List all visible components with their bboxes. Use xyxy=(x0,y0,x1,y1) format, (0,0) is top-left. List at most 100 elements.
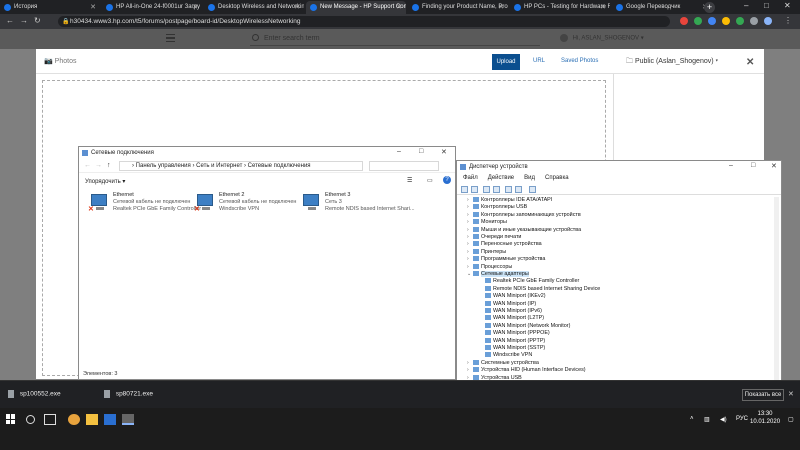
close-tab-icon[interactable]: ✕ xyxy=(192,3,198,11)
saved-photos-tab[interactable]: Saved Photos xyxy=(561,58,598,64)
device-manager-titlebar[interactable]: Диспетчер устройств – □ ✕ xyxy=(457,161,781,173)
reload-icon[interactable]: ↻ xyxy=(34,16,41,25)
close-tab-icon[interactable]: ✕ xyxy=(600,3,606,11)
back-icon[interactable] xyxy=(461,186,468,193)
extension-icon[interactable] xyxy=(694,17,702,25)
browser-tab[interactable]: New Message - HP Support Com ✕ xyxy=(306,1,406,14)
properties-icon[interactable] xyxy=(483,186,490,193)
download-item[interactable]: sp80721.exe xyxy=(104,390,153,398)
store-icon[interactable] xyxy=(104,414,116,425)
menu-item[interactable]: Файл xyxy=(463,175,478,181)
menu-item[interactable]: Действие xyxy=(488,175,514,181)
browser-tab[interactable]: HP All-in-One 24-f0001ur Загру ✕ xyxy=(102,1,202,14)
device-icon xyxy=(473,211,479,217)
file-icon xyxy=(8,390,14,398)
scan-hardware-icon[interactable] xyxy=(515,186,522,193)
close-tab-icon[interactable]: ✕ xyxy=(396,3,402,11)
url-tab[interactable]: URL xyxy=(533,58,545,64)
close-tab-icon[interactable]: ✕ xyxy=(90,3,96,11)
notifications-icon[interactable]: ▢ xyxy=(788,416,794,423)
network-icon[interactable]: ▥ xyxy=(704,416,710,423)
network-adapter-item[interactable]: ✕ Ethernet Сетевой кабель не подключен Real… xyxy=(85,192,201,216)
close-button[interactable]: ✕ xyxy=(771,162,777,170)
close-tab-icon[interactable]: ✕ xyxy=(498,3,504,11)
extension-icon[interactable] xyxy=(722,17,730,25)
adapter-status: Сетевой кабель не подключен xyxy=(219,199,297,205)
browser-tab[interactable]: Finding your Product Name, Pro ✕ xyxy=(408,1,508,14)
help-icon[interactable] xyxy=(505,186,512,193)
device-manager-title: Диспетчер устройств xyxy=(469,164,528,170)
status-bar: Элементов: 3 xyxy=(83,371,118,377)
clock[interactable]: 13:30 10.01.2020 xyxy=(750,410,780,426)
extension-icon[interactable] xyxy=(680,17,688,25)
close-tab-icon[interactable]: ✕ xyxy=(294,3,300,11)
user-menu[interactable]: Hi, ASLAN_SHOGENOV ▾ xyxy=(560,34,644,42)
menu-kebab-icon[interactable]: ⋮ xyxy=(784,16,792,25)
browser-tab[interactable]: Desktop Wireless and Networkin ✕ xyxy=(204,1,304,14)
search-icon[interactable] xyxy=(26,415,35,424)
browser-tab[interactable]: История ✕ xyxy=(0,1,100,14)
device-icon xyxy=(473,359,479,365)
menu-item[interactable]: Вид xyxy=(524,175,535,181)
minimize-button[interactable]: – xyxy=(729,162,733,169)
close-button[interactable]: ✕ xyxy=(441,148,447,156)
maximize-button[interactable]: □ xyxy=(419,148,423,155)
menu-item[interactable]: Справка xyxy=(545,175,569,181)
up-icon[interactable]: ↑ xyxy=(107,162,111,169)
organize-menu[interactable]: Упорядочить ▾ xyxy=(85,179,125,185)
device-label: Сетевые адаптеры xyxy=(481,271,529,277)
download-item[interactable]: sp100552.exe xyxy=(8,390,61,398)
forward-icon[interactable]: → xyxy=(20,16,28,25)
language-indicator[interactable]: РУС xyxy=(736,416,748,422)
show-all-downloads-button[interactable]: Показать все xyxy=(742,389,784,401)
volume-icon[interactable]: ◀) xyxy=(720,416,727,423)
help-icon[interactable]: ? xyxy=(443,176,451,184)
tray-chevron-icon[interactable]: ˄ xyxy=(690,416,694,422)
back-icon[interactable]: ← xyxy=(6,16,14,25)
close-window-button[interactable]: ✕ xyxy=(784,1,791,10)
network-adapter-item[interactable]: ✕ Ethernet 2 Сетевой кабель не подключен Wi… xyxy=(191,192,301,216)
maximize-window-button[interactable]: □ xyxy=(764,1,769,10)
minimize-window-button[interactable]: – xyxy=(744,1,748,10)
maximize-button[interactable]: □ xyxy=(751,162,755,169)
address-bar[interactable]: 🔒 h30434.www3.hp.com/t5/forums/postpage/… xyxy=(58,16,670,27)
device-icon xyxy=(473,256,479,262)
back-icon[interactable]: ← xyxy=(84,162,91,169)
album-selector[interactable]: 🗀 Public (Aslan_Shogenov) ▾ xyxy=(626,57,718,68)
forward-icon[interactable]: → xyxy=(95,162,102,169)
network-window-titlebar[interactable]: Сетевые подключения – □ ✕ xyxy=(79,147,455,159)
extension-icon[interactable] xyxy=(750,17,758,25)
error-x-icon: ✕ xyxy=(194,206,200,213)
minimize-button[interactable]: – xyxy=(397,148,401,155)
upload-button[interactable]: Upload xyxy=(492,54,520,70)
forward-icon[interactable] xyxy=(471,186,478,193)
explorer-search-input[interactable] xyxy=(369,161,439,171)
network-window-title: Сетевые подключения xyxy=(91,150,154,156)
browser-tab[interactable]: HP PCs - Testing for Hardware F ✕ xyxy=(510,1,610,14)
task-view-icon[interactable] xyxy=(44,414,56,425)
update-driver-icon[interactable] xyxy=(493,186,500,193)
close-downloads-bar-button[interactable]: ✕ xyxy=(788,390,794,398)
profile-avatar[interactable] xyxy=(764,17,772,25)
site-search-input[interactable]: Enter search term xyxy=(250,32,540,46)
hamburger-menu-icon[interactable] xyxy=(166,34,175,42)
chrome-icon[interactable] xyxy=(68,414,80,425)
device-manager-taskbar-icon[interactable] xyxy=(122,414,134,425)
device-label: Программные устройства xyxy=(481,256,546,263)
windows-taskbar: ˄ ▥ ◀) РУС 13:30 10.01.2020 ▢ xyxy=(0,408,800,450)
close-modal-button[interactable]: ✕ xyxy=(746,57,754,68)
extension-icon[interactable] xyxy=(736,17,744,25)
vertical-scrollbar[interactable] xyxy=(774,197,779,385)
view-options-icon[interactable]: ☰ xyxy=(407,177,412,184)
browser-tab-label: Finding your Product Name, Pro xyxy=(422,4,508,10)
favicon-icon xyxy=(514,4,521,11)
browser-tab[interactable]: Google Переводчик✕ xyxy=(612,1,712,14)
windows-start-icon[interactable] xyxy=(6,414,16,424)
preview-pane-icon[interactable]: ▭ xyxy=(427,177,433,184)
monitor-icon[interactable] xyxy=(529,186,536,193)
network-adapter-item[interactable]: Ethernet 3 Сеть 3 Remote NDIS based Intern… xyxy=(297,192,415,216)
extension-icon[interactable] xyxy=(708,17,716,25)
breadcrumb[interactable]: › Панель управления › Сеть и Интернет › … xyxy=(119,161,363,171)
new-tab-button[interactable]: + xyxy=(704,2,715,13)
file-explorer-icon[interactable] xyxy=(86,414,98,425)
